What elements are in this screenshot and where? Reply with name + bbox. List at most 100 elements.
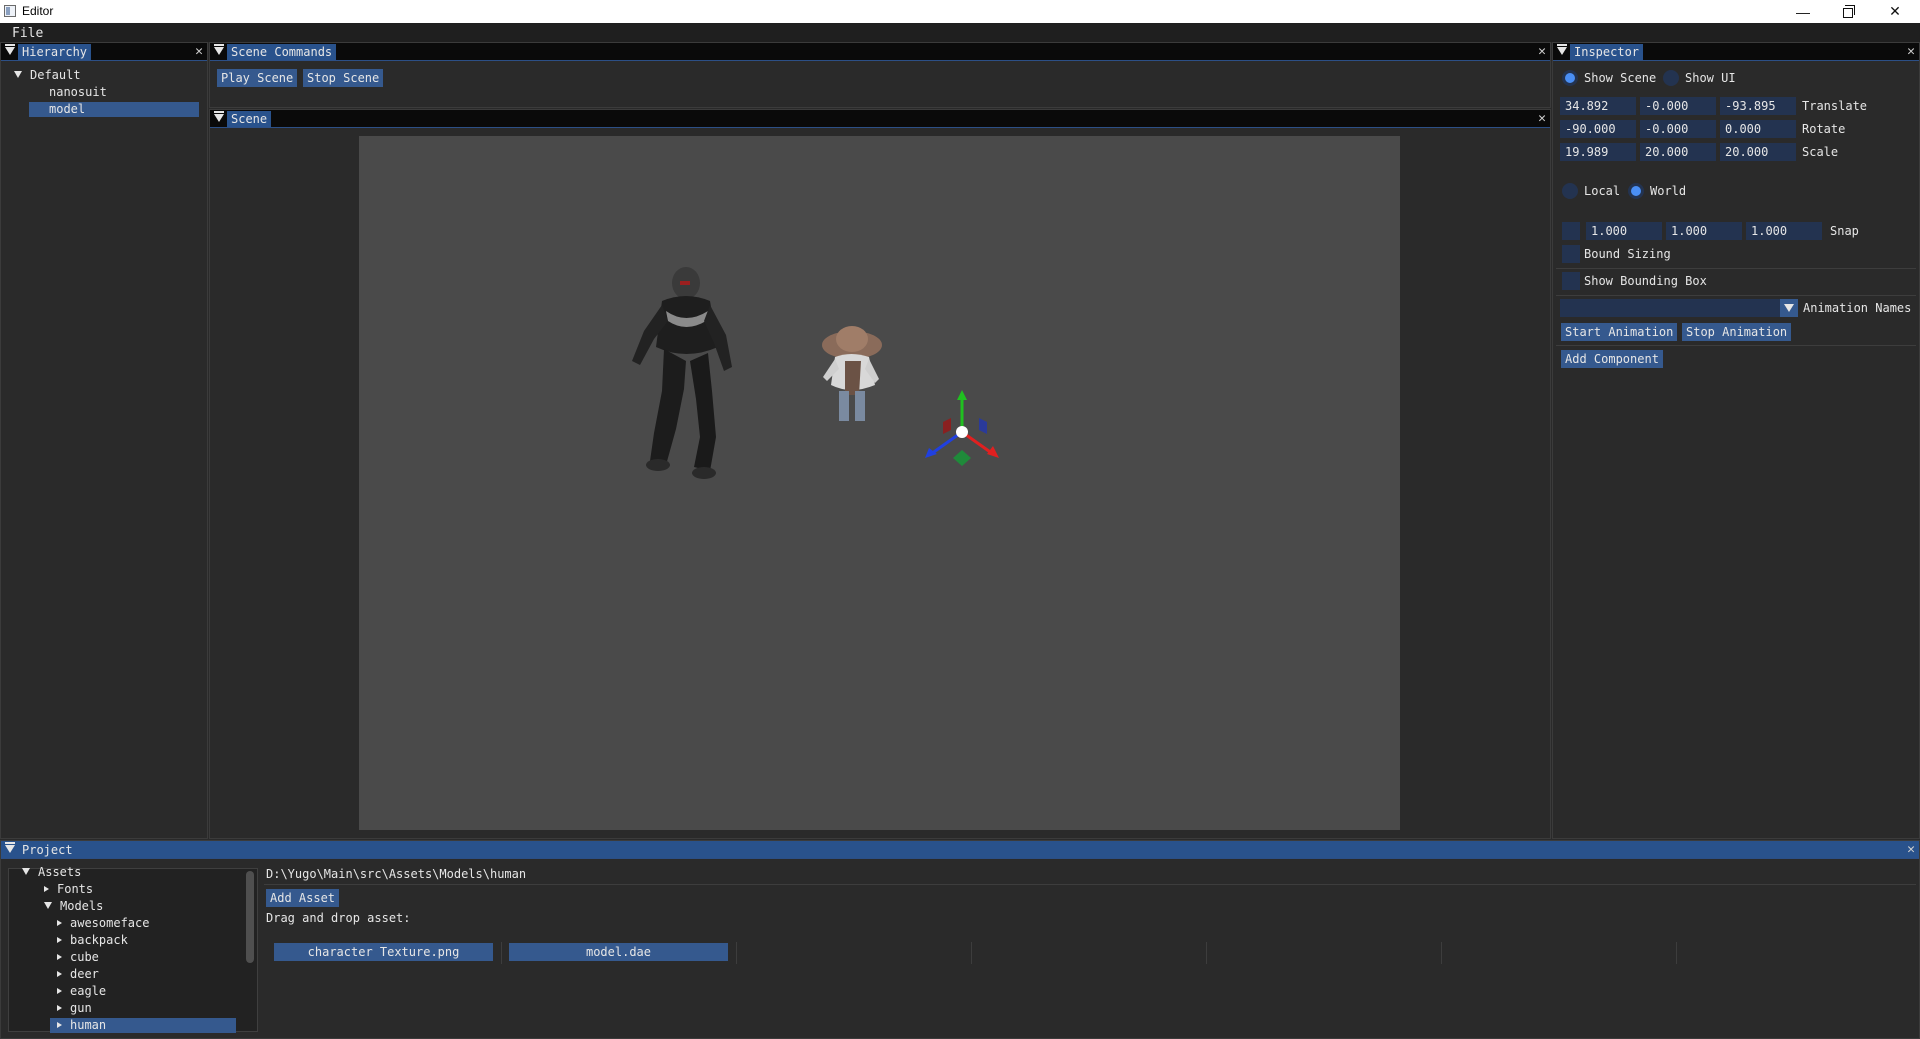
hierarchy-tab[interactable]: Hierarchy: [18, 44, 92, 60]
animation-names-label: Animation Names: [1803, 301, 1912, 315]
tree-arrow-icon: [14, 71, 22, 78]
collapse-icon[interactable]: [5, 842, 15, 853]
animation-names-combo[interactable]: [1560, 299, 1780, 317]
stop-animation-button[interactable]: Stop Animation: [1682, 323, 1792, 341]
tree-label: cube: [70, 950, 99, 964]
show-ui-label: Show UI: [1685, 71, 1736, 85]
scale-z-field[interactable]: 20.000: [1720, 143, 1796, 161]
column-divider: [736, 942, 737, 964]
add-asset-button[interactable]: Add Asset: [266, 889, 340, 907]
menu-file[interactable]: File: [12, 26, 43, 41]
divider: [1556, 295, 1916, 296]
project-header: Project ✕: [1, 841, 1919, 859]
combo-arrow-icon[interactable]: [1780, 299, 1798, 317]
nanosuit-model[interactable]: [614, 261, 754, 501]
show-ui-radio[interactable]: [1663, 70, 1679, 86]
minimize-button[interactable]: —: [1780, 0, 1826, 23]
translate-x-field[interactable]: 34.892: [1560, 97, 1636, 115]
close-icon[interactable]: ✕: [1907, 44, 1915, 60]
show-bounding-box-label: Show Bounding Box: [1584, 274, 1707, 288]
transform-gizmo-icon[interactable]: [915, 386, 1005, 476]
tree-item-backpack[interactable]: backpack: [57, 933, 128, 948]
tree-fonts[interactable]: Fonts: [44, 882, 93, 897]
translate-z-field[interactable]: -93.895: [1720, 97, 1796, 115]
tree-item-eagle[interactable]: eagle: [57, 984, 106, 999]
tree-label: human: [70, 1018, 107, 1032]
hierarchy-item-nanosuit[interactable]: nanosuit: [49, 85, 107, 100]
tree-item-human[interactable]: human: [50, 1018, 236, 1033]
translate-y-field[interactable]: -0.000: [1640, 97, 1716, 115]
hierarchy-root[interactable]: Default: [14, 68, 81, 83]
divider: [264, 884, 1916, 885]
rotate-label: Rotate: [1802, 122, 1846, 136]
tree-arrow-icon: [44, 886, 49, 892]
show-bounding-box-checkbox[interactable]: [1562, 272, 1580, 290]
snap-x-field[interactable]: 1.000: [1586, 222, 1662, 240]
local-radio[interactable]: [1562, 183, 1578, 199]
asset-tile-texture[interactable]: character Texture.png: [274, 943, 493, 961]
scale-y-field[interactable]: 20.000: [1640, 143, 1716, 161]
divider: [1556, 345, 1916, 346]
tree-models[interactable]: Models: [44, 899, 103, 914]
scene-commands-tab[interactable]: Scene Commands: [227, 44, 337, 60]
world-label: World: [1650, 184, 1687, 198]
close-icon[interactable]: ✕: [1538, 111, 1546, 127]
scene-tab[interactable]: Scene: [227, 111, 272, 127]
window-titlebar: Editor — ✕: [0, 0, 1920, 23]
asset-tile-model[interactable]: model.dae: [509, 943, 728, 961]
collapse-icon[interactable]: [5, 44, 15, 55]
local-label: Local: [1584, 184, 1621, 198]
scene-viewport[interactable]: [359, 136, 1400, 830]
tree-arrow-icon: [57, 971, 62, 977]
window-close-button[interactable]: ✕: [1872, 0, 1918, 23]
hierarchy-item-label: nanosuit: [49, 85, 107, 99]
rotate-y-field[interactable]: -0.000: [1640, 120, 1716, 138]
snap-z-field[interactable]: 1.000: [1746, 222, 1822, 240]
tree-arrow-icon: [57, 954, 62, 960]
tree-item-deer[interactable]: deer: [57, 967, 99, 982]
restore-button[interactable]: [1826, 0, 1872, 23]
collapse-icon[interactable]: [214, 111, 224, 122]
bound-sizing-checkbox[interactable]: [1562, 245, 1580, 263]
tree-label: deer: [70, 967, 99, 981]
close-icon[interactable]: ✕: [1907, 842, 1915, 858]
tree-assets[interactable]: Assets: [22, 865, 81, 880]
rotate-z-field[interactable]: 0.000: [1720, 120, 1796, 138]
collapse-icon[interactable]: [214, 44, 224, 55]
add-component-button[interactable]: Add Component: [1561, 350, 1663, 368]
window-close-icon: ✕: [1889, 3, 1901, 19]
world-radio[interactable]: [1628, 183, 1644, 199]
snap-checkbox[interactable]: [1562, 222, 1580, 240]
play-scene-button[interactable]: Play Scene: [217, 69, 298, 87]
scene-commands-panel: Scene Commands ✕: [209, 42, 1551, 108]
inspector-tab[interactable]: Inspector: [1570, 44, 1644, 60]
tree-arrow-icon: [57, 1005, 62, 1011]
tree-item-cube[interactable]: cube: [57, 950, 99, 965]
rotate-x-field[interactable]: -90.000: [1560, 120, 1636, 138]
translate-label: Translate: [1802, 99, 1868, 113]
tree-item-gun[interactable]: gun: [57, 1001, 92, 1016]
tree-arrow-icon: [57, 920, 62, 926]
asset-path: D:\Yugo\Main\src\Assets\Models\human: [266, 867, 527, 881]
start-animation-button[interactable]: Start Animation: [1561, 323, 1678, 341]
collapse-icon[interactable]: [1557, 44, 1567, 55]
tree-arrow-icon: [57, 988, 62, 994]
close-icon[interactable]: ✕: [1538, 44, 1546, 60]
asset-tree-scrollbar[interactable]: [246, 871, 254, 963]
scene-header: Scene ✕: [210, 110, 1550, 128]
hierarchy-panel: Hierarchy ✕: [0, 42, 208, 839]
scene-commands-header: Scene Commands ✕: [210, 43, 1550, 61]
show-scene-radio[interactable]: [1562, 70, 1578, 86]
inspector-panel: Inspector ✕: [1552, 42, 1920, 839]
snap-y-field[interactable]: 1.000: [1666, 222, 1742, 240]
stop-scene-button[interactable]: Stop Scene: [303, 69, 384, 87]
hierarchy-item-model[interactable]: model: [29, 102, 199, 117]
show-scene-label: Show Scene: [1584, 71, 1657, 85]
close-icon[interactable]: ✕: [195, 44, 203, 60]
tree-item-awesomeface[interactable]: awesomeface: [57, 916, 149, 931]
window-title: Editor: [22, 4, 54, 18]
scale-x-field[interactable]: 19.989: [1560, 143, 1636, 161]
project-tab[interactable]: Project: [18, 842, 77, 858]
tree-label: eagle: [70, 984, 107, 998]
human-model[interactable]: [805, 319, 895, 429]
